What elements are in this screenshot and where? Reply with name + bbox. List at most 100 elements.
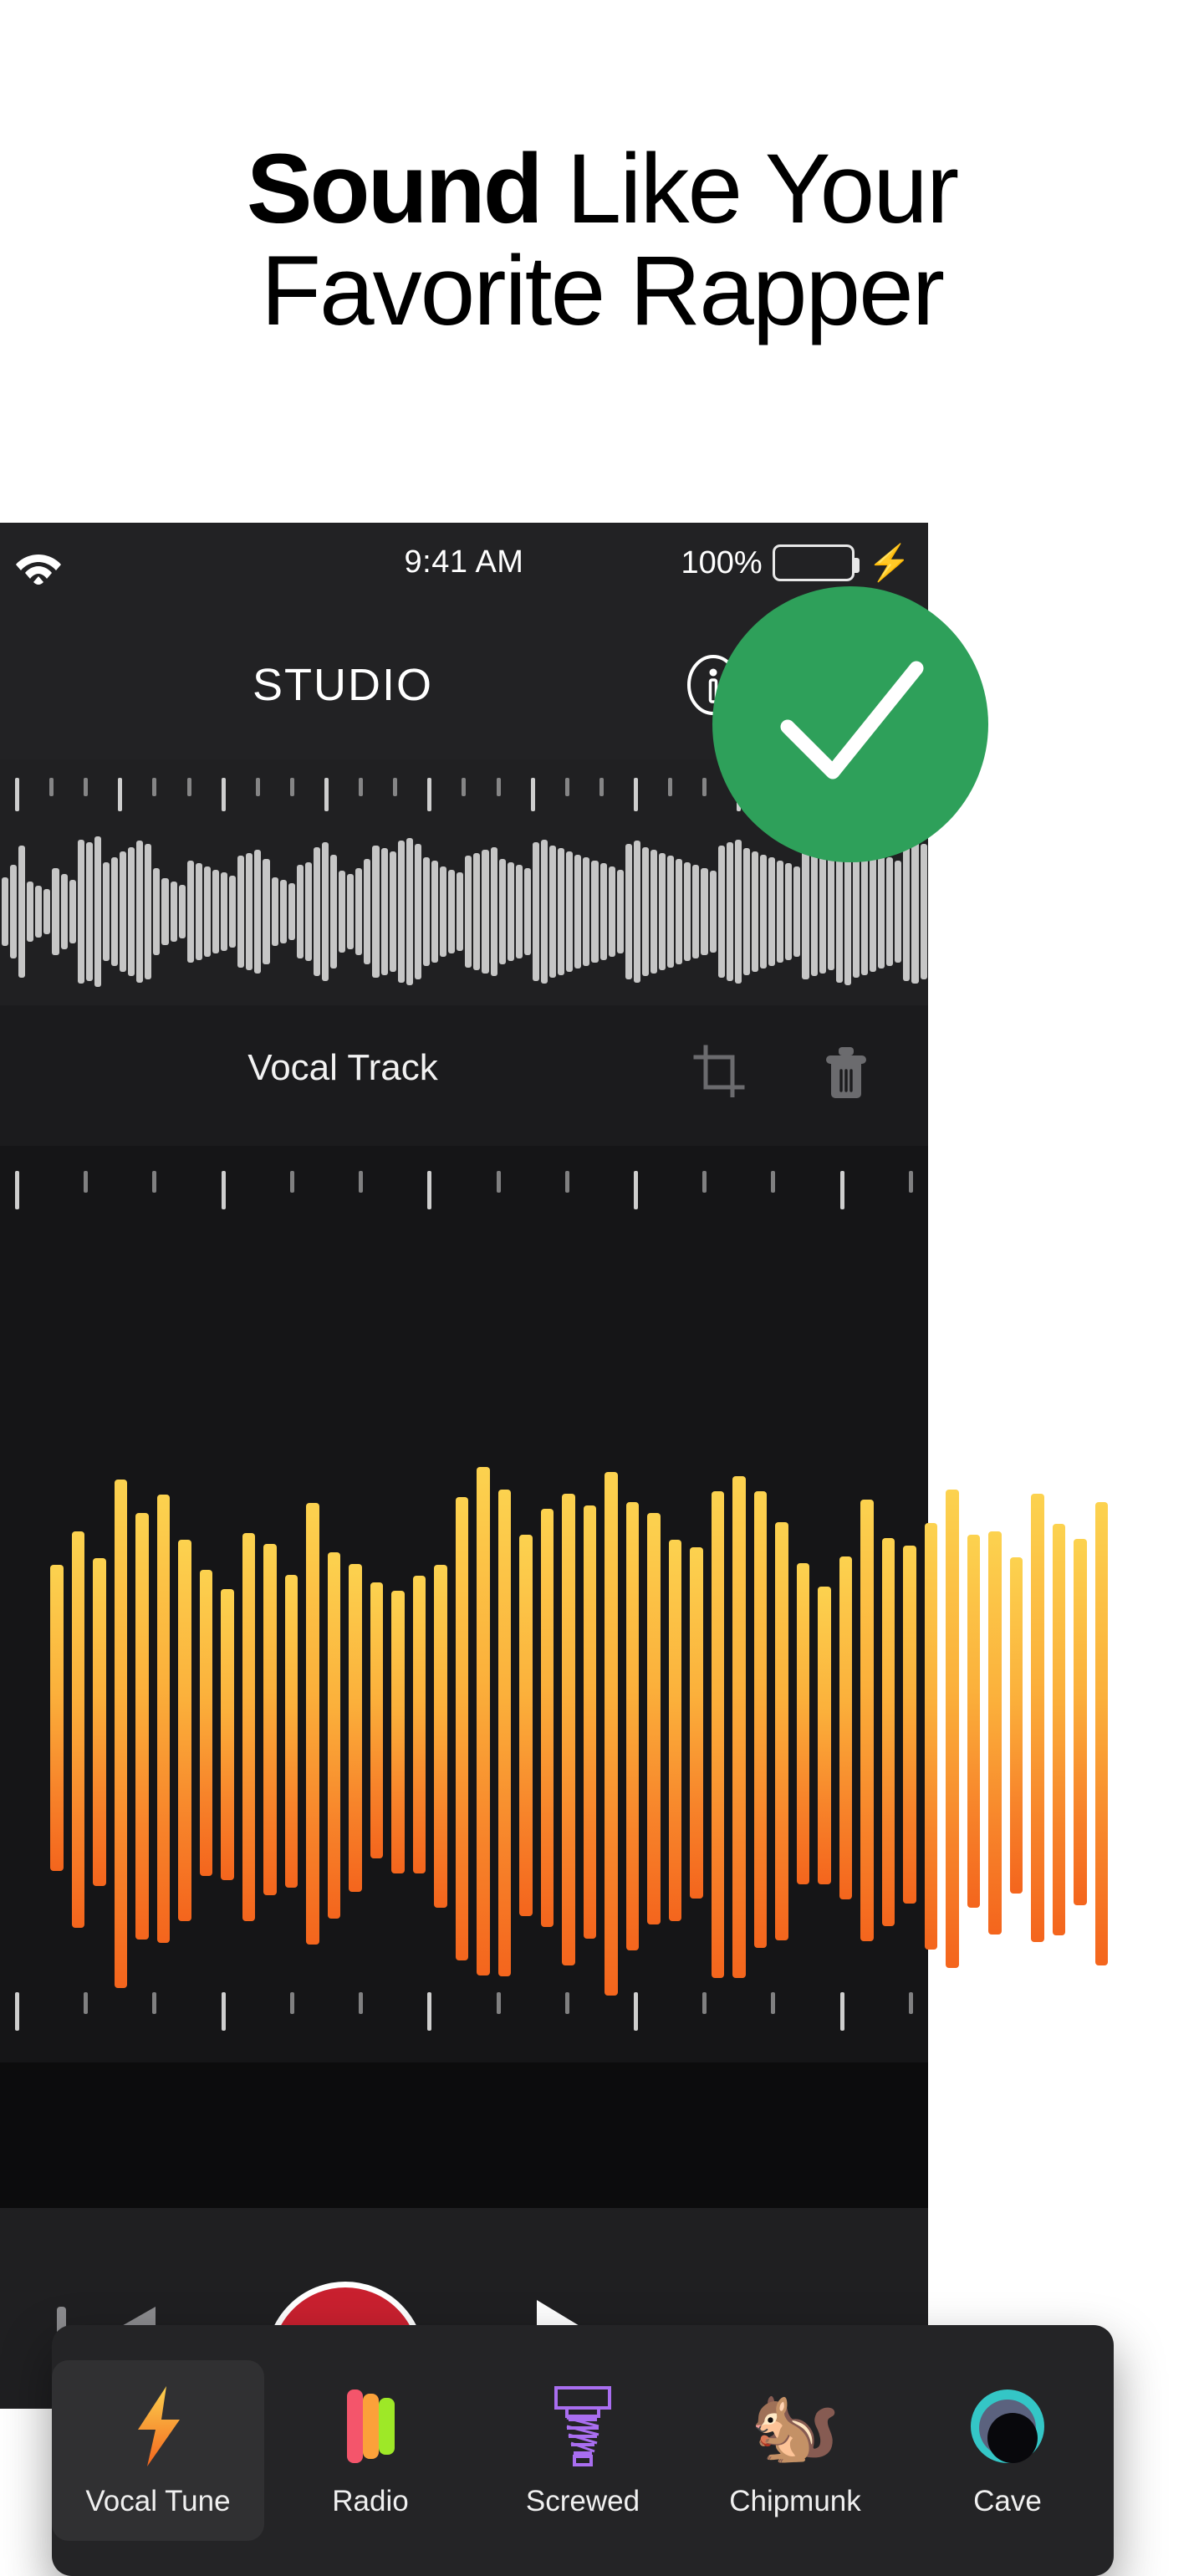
ruler-tick-minor	[152, 1171, 157, 1193]
main-waveform-bar	[199, 1570, 212, 1876]
overview-waveform-bar	[734, 839, 742, 984]
ruler-tick-minor	[84, 1171, 89, 1193]
effect-item-cave[interactable]: Cave	[901, 2360, 1114, 2541]
overview-waveform-bar	[161, 878, 169, 945]
headline-block: Sound Like Your Favorite Rapper	[0, 0, 1204, 523]
phone-screenshot: 9:41 AM 100% ⚡ STUDIO Vocal Track Vocal …	[0, 523, 1114, 2576]
battery-cap	[853, 558, 860, 573]
overview-waveform-bar	[364, 859, 371, 964]
ruler-tick-minor	[255, 778, 260, 796]
overview-waveform-bar	[676, 859, 683, 964]
overview-waveform-bar	[431, 860, 439, 963]
track-title: Vocal Track	[247, 1047, 438, 1088]
overview-waveform-bar	[903, 842, 911, 981]
effect-item-radio[interactable]: Radio	[264, 2360, 477, 2541]
overview-waveform-bar	[852, 845, 860, 979]
overview-waveform-bar	[498, 859, 506, 964]
main-waveform-bar	[242, 1532, 255, 1922]
overview-waveform-bar	[153, 867, 161, 956]
overview-waveform-bar	[920, 844, 927, 979]
overview-waveform-bar	[886, 857, 894, 966]
overview-waveform-bar	[860, 848, 869, 975]
effect-item-screwed[interactable]: Screwed	[477, 2360, 689, 2541]
overview-waveform-bar	[27, 882, 34, 942]
overview-waveform-bar	[347, 874, 355, 949]
ruler-tick-major	[15, 1171, 19, 1209]
overview-waveform-bar	[186, 860, 194, 963]
main-waveform-bar	[753, 1491, 767, 1948]
ruler-tick-major	[427, 1171, 432, 1209]
ruler-tick-major	[839, 1171, 844, 1209]
ruler-tick-minor	[49, 778, 54, 796]
ruler-tick-minor	[359, 778, 364, 796]
main-waveform-bar	[605, 1471, 618, 1996]
effect-item-chipmunk[interactable]: 🐿️ Chipmunk	[689, 2360, 901, 2541]
main-waveform[interactable]	[0, 1443, 1158, 2011]
overview-waveform-bar	[482, 850, 489, 974]
overview-waveform-bar	[742, 848, 750, 975]
overview-waveform[interactable]	[0, 836, 928, 987]
main-waveform-bar	[263, 1544, 277, 1895]
overview-waveform-bar	[465, 856, 472, 968]
ruler-tick-minor	[289, 778, 294, 796]
overview-waveform-bar	[835, 841, 843, 983]
overview-waveform-bar	[279, 880, 287, 943]
overview-waveform-bar	[616, 869, 624, 954]
effect-item-vocal-tune[interactable]: Vocal Tune	[52, 2360, 264, 2541]
overview-waveform-bar	[60, 874, 68, 949]
effects-panel[interactable]: Vocal Tune Radio Screwed 🐿️ Chipmunk Cave	[52, 2325, 1114, 2576]
overview-waveform-bar	[10, 865, 18, 958]
ruler-tick-major	[221, 1171, 226, 1209]
main-waveform-bar	[775, 1521, 788, 1941]
effect-item-label: Cave	[973, 2485, 1042, 2517]
overview-waveform-bar	[549, 845, 557, 979]
overview-waveform-bar	[659, 852, 666, 971]
crop-icon[interactable]	[689, 1042, 749, 1102]
main-waveform-bar	[924, 1523, 937, 1950]
main-waveform-bar	[327, 1552, 340, 1919]
ruler-tick-major	[427, 778, 432, 811]
ruler-tick-major	[633, 1171, 638, 1209]
overview-waveform-bar	[878, 854, 885, 969]
main-waveform-bar	[625, 1501, 639, 1951]
main-waveform-bar	[668, 1540, 681, 1921]
overview-waveform-bar	[650, 850, 658, 974]
main-waveform-bar	[50, 1565, 64, 1871]
overview-waveform-bar	[448, 869, 456, 954]
main-waveform-bar	[732, 1476, 746, 1978]
main-waveform-bar	[93, 1557, 106, 1887]
ruler-tick-major	[324, 778, 329, 811]
overview-waveform-bar	[760, 854, 768, 969]
overview-waveform-bar	[414, 844, 421, 979]
main-waveform-bar	[860, 1500, 874, 1941]
ruler-tick-minor	[908, 1171, 913, 1193]
overview-waveform-bar	[254, 850, 262, 974]
overview-waveform-bar	[178, 884, 186, 939]
overview-waveform-bar	[684, 861, 691, 962]
done-button[interactable]	[712, 586, 988, 862]
overview-waveform-bar	[599, 863, 607, 960]
main-waveform-bar	[1009, 1557, 1023, 1894]
ruler-tick-minor	[289, 1171, 294, 1193]
main-waveform-bar	[306, 1503, 319, 1945]
overview-waveform-bar	[751, 851, 759, 972]
screw-bolt-icon	[547, 2383, 619, 2470]
main-waveform-bar	[1052, 1524, 1065, 1935]
overview-waveform-bar	[304, 861, 312, 962]
overview-waveform-bar	[701, 867, 708, 956]
ruler-tick-minor	[668, 778, 673, 796]
ruler-tick-minor	[84, 778, 89, 796]
overview-waveform-bar	[541, 839, 548, 984]
overview-waveform-bar	[85, 842, 93, 981]
overview-waveform-bar	[608, 866, 615, 957]
status-bar: 9:41 AM 100% ⚡	[0, 523, 928, 611]
squirrel-icon: 🐿️	[750, 2386, 840, 2466]
overview-waveform-bar	[667, 856, 675, 968]
overview-waveform-bar	[819, 850, 826, 974]
main-waveform-bar	[284, 1574, 298, 1889]
overview-waveform-bar	[911, 839, 919, 984]
trash-icon[interactable]	[816, 1042, 876, 1102]
overview-waveform-bar	[212, 869, 220, 954]
overview-waveform-bar	[802, 844, 809, 979]
overview-waveform-bar	[793, 866, 801, 957]
